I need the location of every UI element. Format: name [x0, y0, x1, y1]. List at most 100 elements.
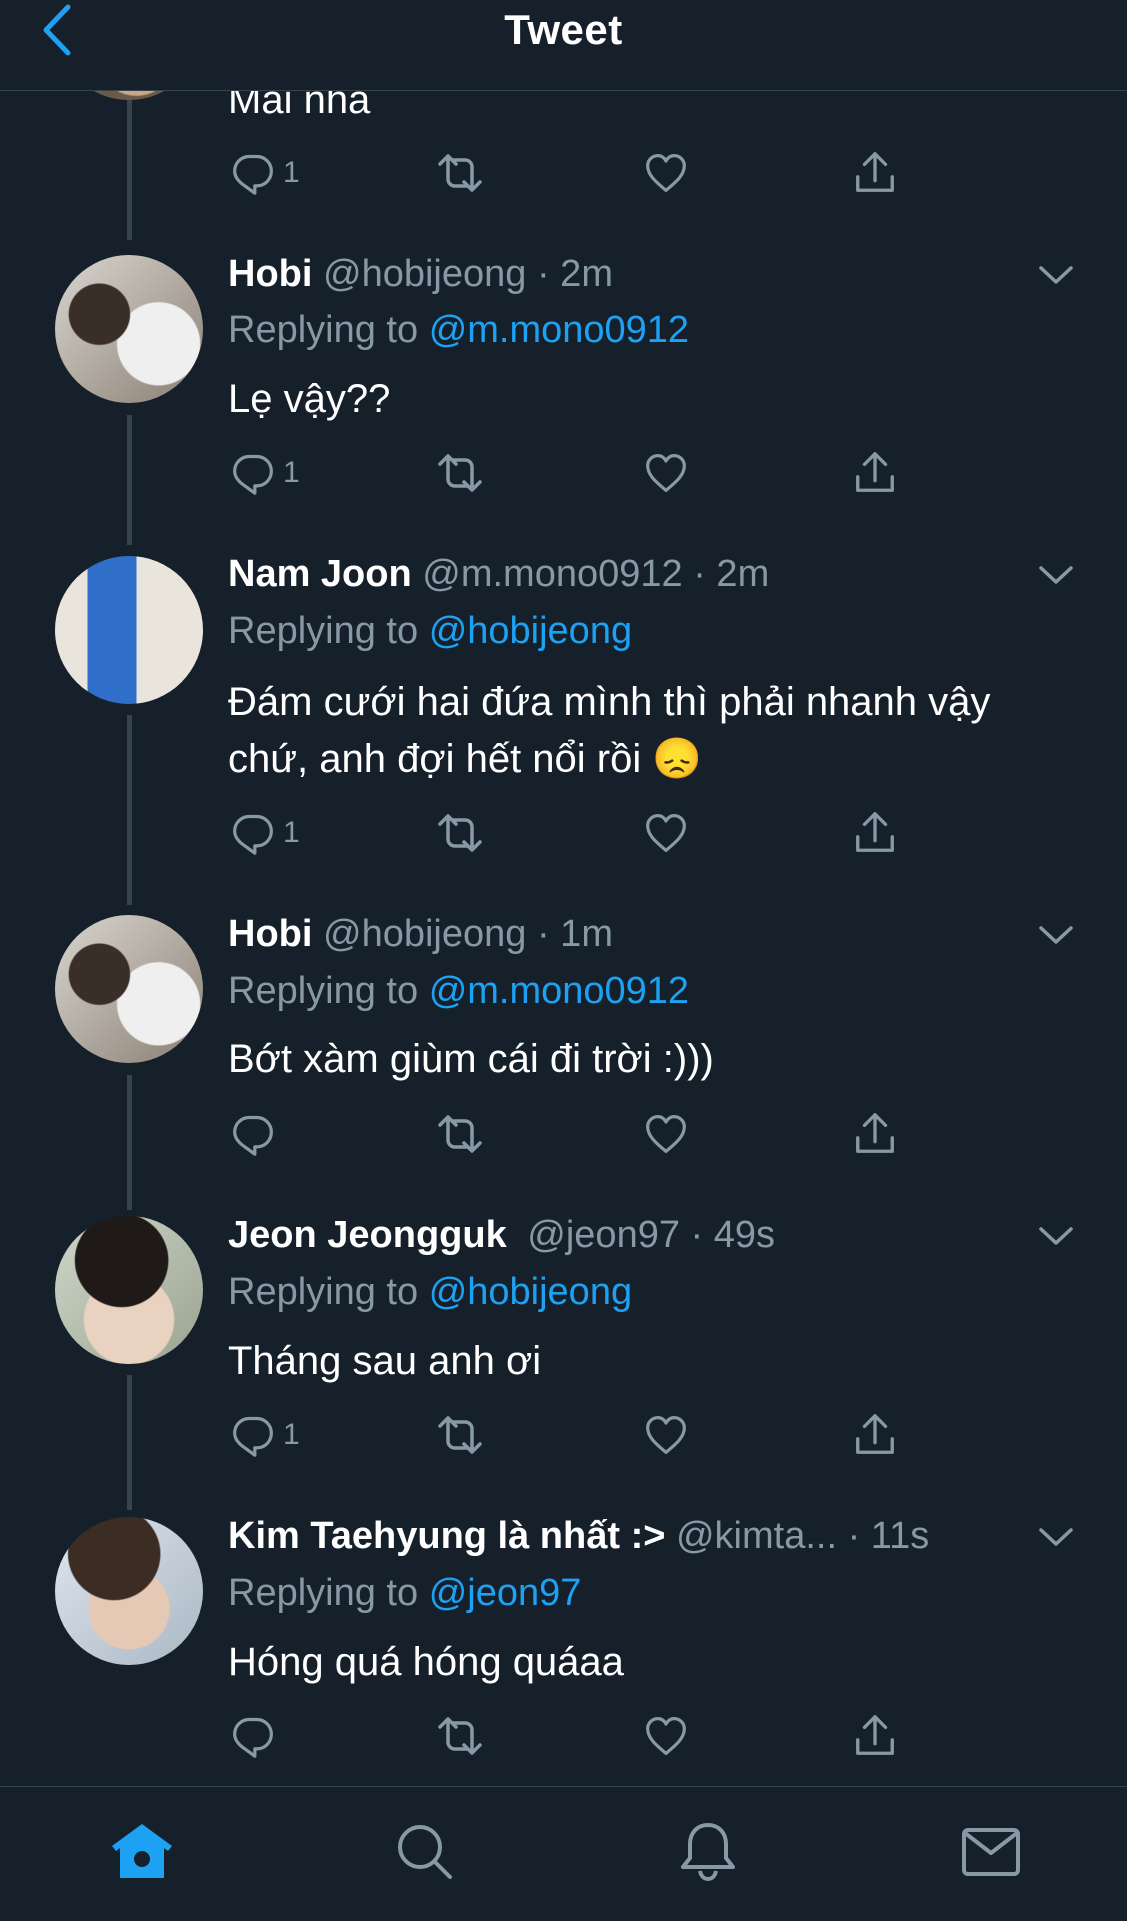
reply-count: 1 [283, 816, 300, 849]
tweet-actions [228, 1711, 928, 1761]
nav-home[interactable] [107, 1817, 177, 1887]
reply-button[interactable]: 1 [231, 448, 300, 498]
chevron-down-icon[interactable] [1037, 556, 1075, 594]
top-bar: Tweet [0, 0, 1127, 91]
share-button[interactable] [852, 148, 898, 198]
timestamp: · 11s [847, 1515, 930, 1557]
timestamp: · 1m [536, 913, 613, 955]
avatar[interactable] [55, 255, 203, 403]
tweet-text: Bớt xàm giùm cái đi trời :))) [228, 1037, 714, 1081]
retweet-button[interactable] [436, 1410, 484, 1460]
retweet-icon [436, 1411, 484, 1459]
page-title: Tweet [504, 6, 623, 53]
user-name[interactable]: Jeon Jeongguk [228, 1214, 507, 1256]
heart-icon [644, 151, 688, 195]
reply-mention-link[interactable]: @m.mono0912 [429, 309, 689, 351]
like-button[interactable] [644, 1711, 688, 1761]
reply-icon [231, 451, 275, 495]
replying-to: Replying to @hobijeong [228, 1268, 1067, 1316]
chevron-down-icon[interactable] [1037, 256, 1075, 294]
reply-icon [231, 1714, 275, 1758]
tweet-thread: Mai nha 1 Hobi @hobijeong · 2m Replying … [0, 0, 1127, 1786]
tweet-text-fragment: chứ, anh đợi hết nổi rồi [228, 737, 642, 781]
retweet-button[interactable] [436, 808, 484, 858]
tweet-header: Hobi @hobijeong · 1m [228, 910, 1067, 958]
thread-connector [127, 1075, 132, 1210]
like-button[interactable] [644, 1109, 688, 1159]
chevron-down-icon[interactable] [1037, 1217, 1075, 1255]
like-button[interactable] [644, 808, 688, 858]
replying-label: Replying to [228, 1572, 419, 1614]
user-name[interactable]: Nam Joon [228, 553, 412, 595]
reply-count: 1 [283, 156, 300, 189]
avatar[interactable] [55, 915, 203, 1063]
tweet-actions: 1 [228, 148, 928, 198]
avatar[interactable] [55, 556, 203, 704]
thread-connector [127, 415, 132, 545]
retweet-icon [436, 809, 484, 857]
user-handle[interactable]: @jeon97 [527, 1214, 680, 1256]
replying-to: Replying to @m.mono0912 [228, 967, 1067, 1015]
tweet-text: Tháng sau anh ơi [228, 1339, 542, 1383]
share-button[interactable] [852, 1711, 898, 1761]
reply-icon [231, 151, 275, 195]
share-button[interactable] [852, 1410, 898, 1460]
tweet-header: Hobi @hobijeong · 2m [228, 250, 1067, 298]
nav-notifications[interactable] [673, 1817, 743, 1887]
tweet-header: Jeon Jeongguk @jeon97 · 49s [228, 1211, 1067, 1259]
share-button[interactable] [852, 808, 898, 858]
tweet-actions: 1 [228, 1410, 928, 1460]
chevron-down-icon[interactable] [1037, 916, 1075, 954]
reply-button[interactable] [231, 1711, 283, 1761]
like-button[interactable] [644, 1410, 688, 1460]
share-button[interactable] [852, 1109, 898, 1159]
reply-button[interactable]: 1 [231, 808, 300, 858]
retweet-icon [436, 1110, 484, 1158]
reply-mention-link[interactable]: @jeon97 [429, 1572, 582, 1614]
user-name[interactable]: Kim Taehyung là nhất :> [228, 1515, 665, 1557]
retweet-button[interactable] [436, 448, 484, 498]
user-name[interactable]: Hobi [228, 913, 312, 955]
thread-connector [127, 90, 132, 240]
reply-count: 1 [283, 456, 300, 489]
user-handle[interactable]: @hobijeong [323, 913, 526, 955]
replying-to: Replying to @hobijeong [228, 607, 1067, 655]
like-button[interactable] [644, 148, 688, 198]
tweet-text: Hóng quá hóng quáaa [228, 1640, 624, 1684]
nav-search[interactable] [390, 1817, 460, 1887]
like-button[interactable] [644, 448, 688, 498]
avatar[interactable] [55, 1517, 203, 1665]
chevron-down-icon[interactable] [1037, 1518, 1075, 1556]
retweet-button[interactable] [436, 148, 484, 198]
share-icon [852, 810, 898, 856]
bottom-navigation [0, 1786, 1127, 1921]
reply-icon [231, 811, 275, 855]
retweet-button[interactable] [436, 1711, 484, 1761]
reply-button[interactable]: 1 [231, 148, 300, 198]
reply-mention-link[interactable]: @m.mono0912 [429, 970, 689, 1012]
reply-button[interactable] [231, 1109, 283, 1159]
retweet-icon [436, 149, 484, 197]
thread-connector [127, 1375, 132, 1510]
nav-messages[interactable] [956, 1817, 1026, 1887]
user-handle[interactable]: @kimta... [676, 1515, 837, 1557]
user-handle[interactable]: @m.mono0912 [422, 553, 682, 595]
heart-icon [644, 811, 688, 855]
retweet-icon [436, 1712, 484, 1760]
user-handle[interactable]: @hobijeong [323, 253, 526, 295]
timestamp: · 49s [690, 1214, 776, 1256]
avatar[interactable] [55, 1216, 203, 1364]
reply-mention-link[interactable]: @hobijeong [429, 610, 632, 652]
retweet-button[interactable] [436, 1109, 484, 1159]
share-icon [852, 1111, 898, 1157]
reply-icon [231, 1112, 275, 1156]
reply-mention-link[interactable]: @hobijeong [429, 1271, 632, 1313]
user-name[interactable]: Hobi [228, 253, 312, 295]
share-button[interactable] [852, 448, 898, 498]
reply-button[interactable]: 1 [231, 1410, 300, 1460]
heart-icon [644, 1413, 688, 1457]
replying-label: Replying to [228, 610, 419, 652]
tweet-text-line: chứ, anh đợi hết nổi rồi 😞 [228, 731, 1067, 788]
timestamp: · 2m [536, 253, 613, 295]
share-icon [852, 1713, 898, 1759]
